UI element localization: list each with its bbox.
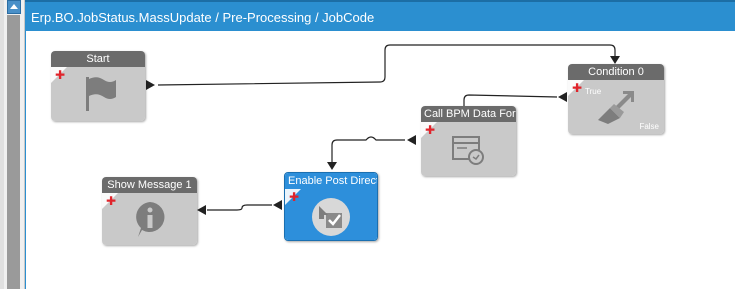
condition-arrows-icon [598, 91, 634, 124]
node-title: Condition 0 [568, 64, 664, 80]
node-title: Enable Post Directi [285, 173, 377, 189]
node-body: ✚ [51, 67, 145, 121]
node-title: Call BPM Data Forr [421, 106, 516, 122]
info-icon [136, 202, 165, 237]
add-icon[interactable]: ✚ [425, 124, 435, 136]
arrowhead-condition-out [558, 92, 567, 102]
connector-start-to-condition [157, 44, 616, 86]
connector-callbpm-to-enablepost [331, 136, 405, 163]
arrowhead-start-out [146, 80, 155, 90]
arrowhead-enablepost-out [273, 200, 282, 210]
workflow-node-condition[interactable]: Condition 0 ✚ True False [568, 64, 664, 134]
flag-icon [86, 77, 116, 111]
workflow-node-show-message[interactable]: Show Message 1 ✚ [102, 177, 197, 245]
arrowhead-enablepost-in [327, 162, 337, 170]
connector-layer [146, 44, 620, 215]
add-icon[interactable]: ✚ [55, 69, 65, 81]
bpm-form-icon [452, 136, 484, 165]
node-body: ✚ [285, 189, 377, 240]
arrowhead-showmessage-in [197, 205, 206, 215]
node-title: Start [51, 51, 145, 67]
workflow-node-call-bpm[interactable]: Call BPM Data Forr ✚ [421, 106, 516, 176]
add-icon[interactable]: ✚ [572, 82, 582, 94]
workflow-node-enable-post[interactable]: Enable Post Directi ✚ [284, 172, 378, 241]
connector-enablepost-to-showmessage [207, 204, 272, 211]
arrowhead-callbpm-out [407, 135, 416, 145]
add-icon[interactable]: ✚ [106, 195, 116, 207]
node-body: ✚ True False [568, 80, 664, 134]
false-branch-label: False [639, 122, 659, 131]
node-body: ✚ [421, 122, 516, 176]
add-icon[interactable]: ✚ [289, 191, 299, 203]
post-processing-icon [312, 198, 350, 236]
node-title: Show Message 1 [102, 177, 197, 193]
arrowhead-condition-in [610, 56, 620, 64]
node-body: ✚ [102, 193, 197, 245]
workflow-node-start[interactable]: Start ✚ [51, 51, 145, 121]
